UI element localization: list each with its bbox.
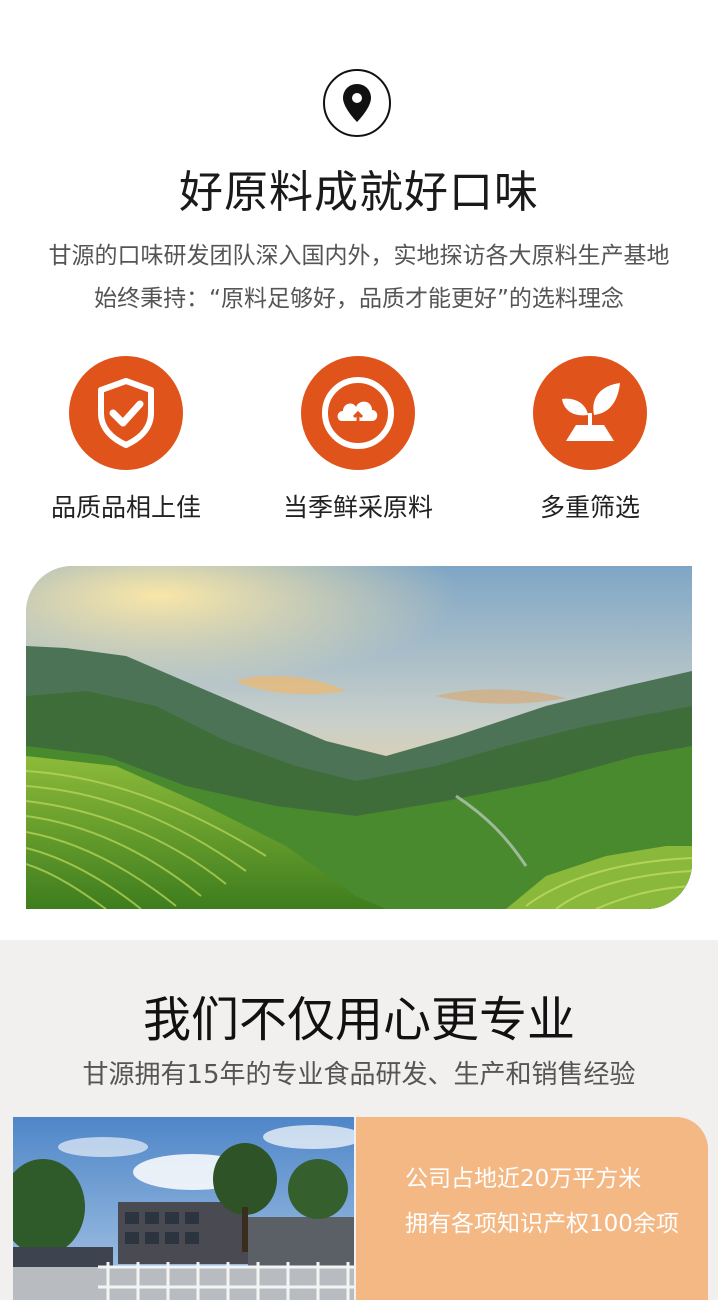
section-description-line-1: 甘源的口味研发团队深入国内外，实地探访各大原料生产基地 xyxy=(48,243,670,269)
feature-seasonal: 当季鲜采原料 xyxy=(248,356,468,524)
feature-quality: 品质品相上佳 xyxy=(16,356,236,524)
section-title: 我们不仅用心更专业 xyxy=(142,992,575,1048)
section-subtitle: 甘源拥有15年的专业食品研发、生产和销售经验 xyxy=(82,1060,636,1090)
cloud-badge-icon xyxy=(301,356,415,470)
feature-screening: 多重筛选 xyxy=(480,356,700,524)
rice-terrace-landscape-photo xyxy=(26,566,692,909)
page: 好原料成就好口味 甘源的口味研发团队深入国内外，实地探访各大原料生产基地 始终秉… xyxy=(0,0,718,1300)
shield-check-icon xyxy=(69,356,183,470)
professional-section: 我们不仅用心更专业 甘源拥有15年的专业食品研发、生产和销售经验 公司占地近20… xyxy=(0,940,718,1300)
section-description-line-2: 始终秉持：“原料足够好，品质才能更好”的选料理念 xyxy=(94,286,624,312)
stat-ip: 拥有各项知识产权100余项 xyxy=(405,1211,679,1237)
feature-label: 当季鲜采原料 xyxy=(282,493,433,522)
company-stats-panel: 公司占地近20万平方米 拥有各项知识产权100余项 xyxy=(356,1117,708,1300)
feature-label: 品质品相上佳 xyxy=(50,493,201,522)
leaf-icon xyxy=(533,356,647,470)
section-title: 好原料成就好口味 xyxy=(179,167,539,218)
ingredients-section: 好原料成就好口味 甘源的口味研发团队深入国内外，实地探访各大原料生产基地 始终秉… xyxy=(0,0,718,940)
location-pin-icon xyxy=(323,69,391,137)
feature-label: 多重筛选 xyxy=(539,493,640,522)
stat-area: 公司占地近20万平方米 xyxy=(405,1166,642,1192)
factory-building-photo xyxy=(13,1117,354,1300)
